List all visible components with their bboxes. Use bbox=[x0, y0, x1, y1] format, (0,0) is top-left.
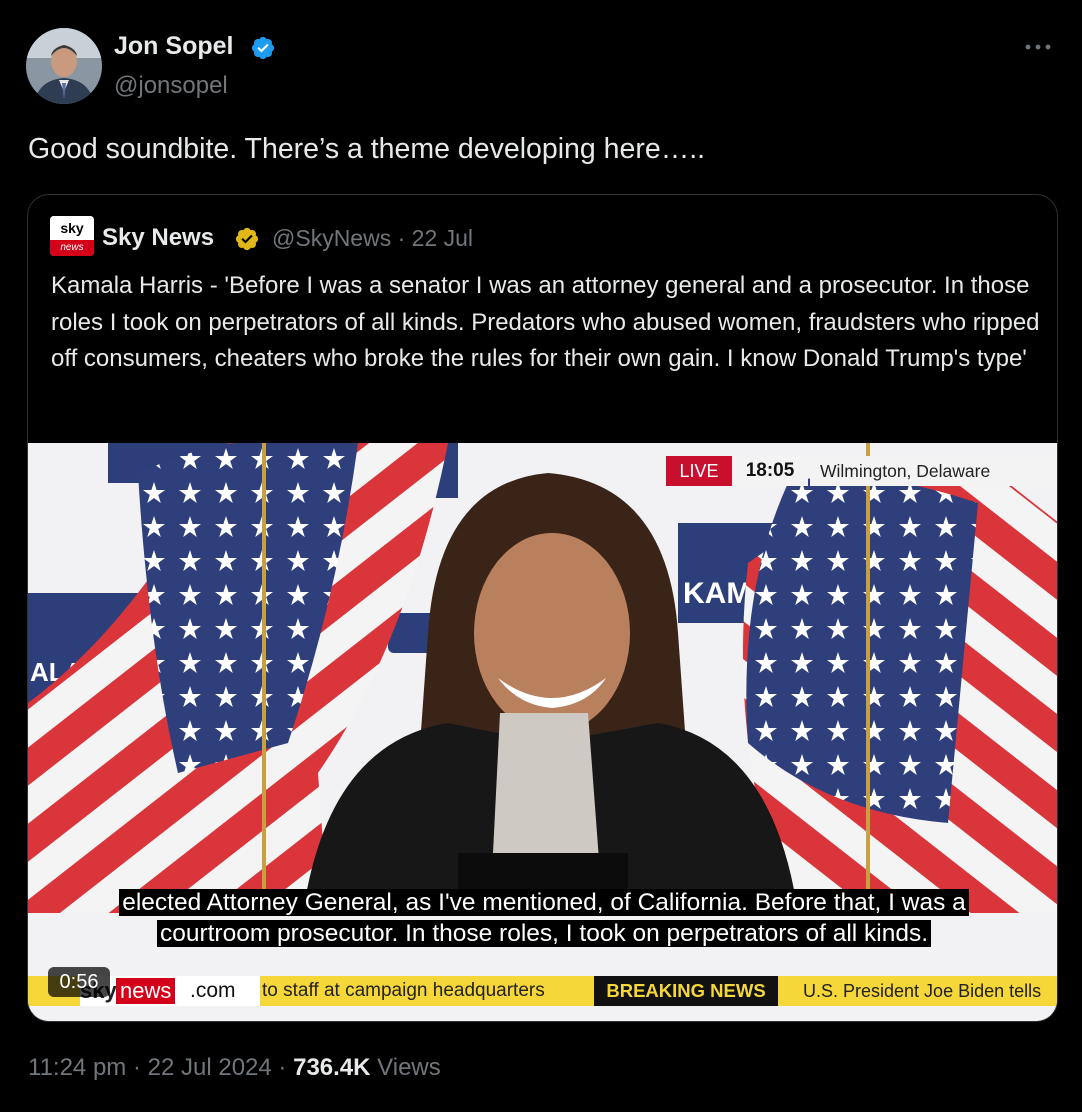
verified-org-badge-icon bbox=[235, 227, 259, 251]
sky-news-logo-top: sky bbox=[50, 216, 94, 240]
caption-line-1: elected Attorney General, as I've mentio… bbox=[119, 889, 969, 916]
quoted-tweet-text: Kamala Harris - 'Before I was a senator … bbox=[51, 272, 1040, 372]
quoted-tweet-card[interactable]: sky news Sky News @SkyNews · 22 Jul Kama… bbox=[27, 194, 1058, 1022]
sky-news-logo-bottom: news bbox=[50, 240, 94, 256]
live-bar: LIVE 18:05 Wilmington, Delaware bbox=[666, 456, 1057, 486]
meta-separator: · bbox=[397, 225, 406, 251]
quoted-author-handle[interactable]: @SkyNews bbox=[272, 225, 391, 251]
brand-com: .com bbox=[190, 979, 236, 1002]
more-options-icon[interactable] bbox=[1024, 42, 1052, 52]
campaign-sign-text: KAM bbox=[683, 577, 751, 610]
video-player[interactable]: KAM ALA LIVE 18:05 Wilmington, Delaware … bbox=[28, 443, 1057, 1021]
live-badge: LIVE bbox=[666, 456, 732, 486]
caption-line-2: courtroom prosecutor. In those roles, I … bbox=[156, 920, 932, 947]
breaking-news-label: BREAKING NEWS bbox=[594, 976, 778, 1006]
post-time[interactable]: 11:24 pm bbox=[28, 1054, 126, 1081]
sky-news-avatar[interactable]: sky news bbox=[50, 216, 94, 256]
tweet-footer: 11:24 pm · 22 Jul 2024 · 736.4K Views bbox=[28, 1054, 441, 1082]
brand-news: news bbox=[116, 978, 176, 1004]
author-name[interactable]: Jon Sopel bbox=[114, 32, 233, 61]
views-label: Views bbox=[377, 1054, 441, 1081]
ticker-item: to staff at campaign headquarters bbox=[262, 980, 545, 1001]
author-handle[interactable]: @jonsopel bbox=[114, 72, 228, 100]
tweet-text: Good soundbite. There’s a theme developi… bbox=[28, 133, 706, 165]
broadcast-time: 18:05 bbox=[732, 456, 808, 486]
quoted-author-name[interactable]: Sky News bbox=[102, 224, 214, 252]
views-count: 736.4K bbox=[293, 1054, 371, 1081]
video-duration: 0:56 bbox=[48, 967, 110, 997]
avatar-image bbox=[26, 28, 102, 104]
news-ticker: sky news .com to staff at campaign headq… bbox=[28, 976, 1057, 1006]
broadcast-location: Wilmington, Delaware bbox=[810, 456, 1057, 486]
verified-badge-icon bbox=[251, 36, 275, 60]
avatar[interactable] bbox=[26, 28, 102, 104]
quoted-meta: @SkyNews · 22 Jul bbox=[272, 225, 473, 252]
ticker-item: U.S. President Joe Biden tells bbox=[803, 981, 1042, 1001]
video-caption: elected Attorney General, as I've mentio… bbox=[40, 887, 1048, 949]
tweet-header: Jon Sopel @jonsopel bbox=[26, 28, 1066, 108]
footer-separator: · bbox=[132, 1054, 141, 1081]
quoted-date[interactable]: 22 Jul bbox=[412, 225, 473, 251]
footer-separator: · bbox=[278, 1054, 287, 1081]
post-date[interactable]: 22 Jul 2024 bbox=[148, 1054, 272, 1081]
